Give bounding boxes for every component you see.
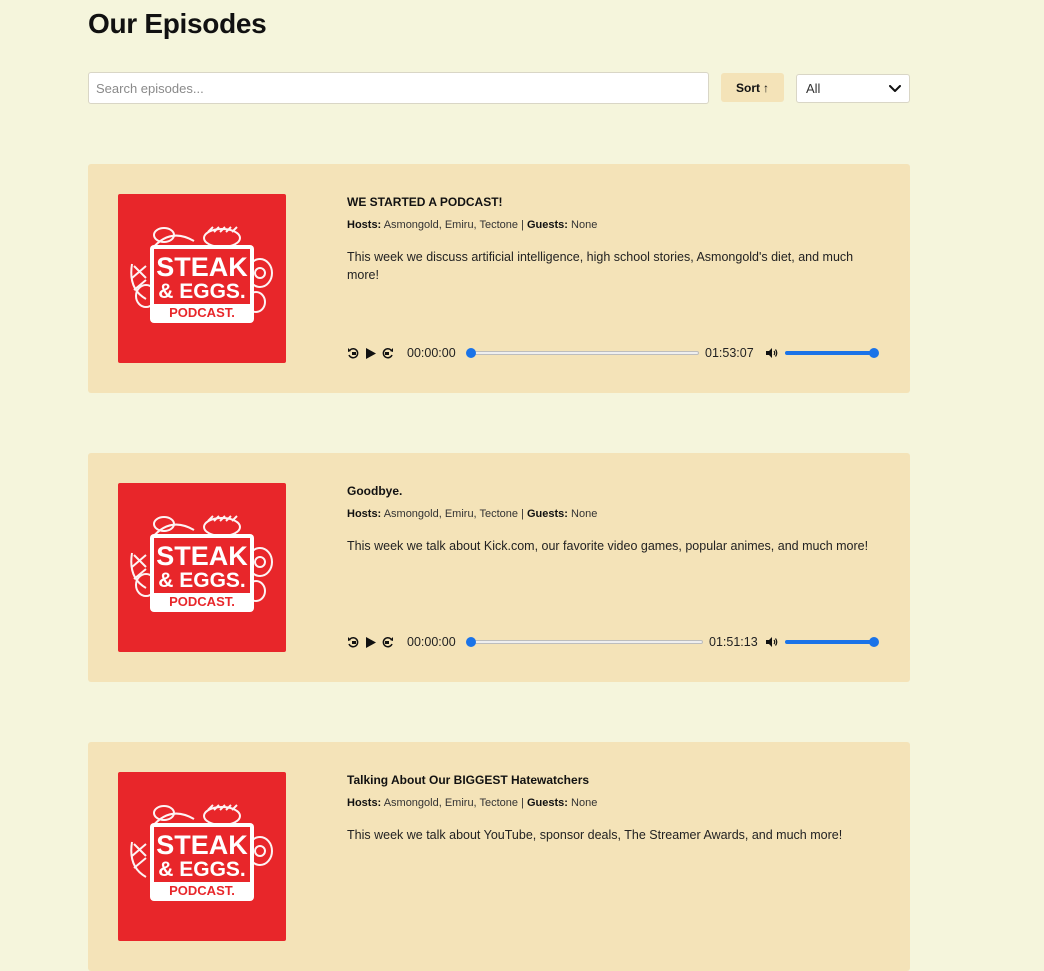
volume-slider[interactable] (785, 640, 877, 644)
episode-meta: Hosts: Asmongold, Emiru, Tectone | Guest… (347, 219, 597, 231)
hosts-value: Asmongold, Emiru, Tectone (383, 797, 518, 809)
hosts-label: Hosts: (347, 508, 382, 520)
play-icon[interactable] (365, 634, 377, 650)
filter-select-value: All (806, 81, 821, 96)
audio-player: 00:00:00 01:51:13 (347, 634, 883, 650)
episode-description: This week we talk about Kick.com, our fa… (347, 539, 869, 553)
meta-separator: | (521, 508, 524, 520)
episode-meta: Hosts: Asmongold, Emiru, Tectone | Guest… (347, 797, 597, 809)
episode-description: This week we discuss artificial intellig… (347, 250, 854, 282)
cover-text-line3: PODCAST. (169, 883, 235, 898)
episode-cover: STEAK & EGGS. PODCAST. (118, 483, 286, 652)
episode-cover: STEAK & EGGS. PODCAST. (118, 772, 286, 941)
cover-text-line3: PODCAST. (169, 594, 235, 609)
seek-bar[interactable] (467, 351, 699, 355)
episode-title: Talking About Our BIGGEST Hatewatchers (347, 773, 590, 787)
search-input[interactable] (88, 72, 709, 104)
episode-description: This week we talk about YouTube, sponsor… (347, 828, 843, 842)
episode-meta: Hosts: Asmongold, Emiru, Tectone | Guest… (347, 508, 597, 520)
cover-text-line1: STEAK (156, 830, 248, 860)
volume-icon[interactable] (765, 345, 778, 361)
episode-card: STEAK & EGGS. PODCAST. WE STARTED A PODC… (88, 164, 910, 393)
chevron-down-icon (889, 81, 901, 96)
hosts-value: Asmongold, Emiru, Tectone (383, 508, 518, 520)
guests-label: Guests: (526, 797, 568, 809)
volume-slider[interactable] (785, 351, 877, 355)
current-time: 00:00:00 (407, 635, 456, 649)
page-title: Our Episodes (88, 8, 267, 39)
cover-text-line3: PODCAST. (169, 305, 235, 320)
hosts-label: Hosts: (347, 219, 382, 231)
seek-handle[interactable] (466, 348, 476, 358)
hosts-label: Hosts: (347, 797, 382, 809)
duration: 01:51:13 (709, 635, 758, 649)
cover-text-line2: & EGGS. (158, 280, 246, 303)
guests-value: None (571, 219, 598, 231)
episode-cover: STEAK & EGGS. PODCAST. (118, 194, 286, 363)
hosts-value: Asmongold, Emiru, Tectone (383, 219, 518, 231)
arrow-up-icon: ↑ (763, 80, 769, 95)
episode-title: Goodbye. (347, 484, 403, 498)
cover-text-line1: STEAK (156, 541, 248, 571)
filter-select[interactable]: All (796, 74, 910, 103)
forward-icon[interactable] (382, 634, 394, 650)
guests-label: Guests: (526, 219, 568, 231)
meta-separator: | (521, 219, 524, 231)
episode-title: WE STARTED A PODCAST! (347, 195, 503, 209)
seek-handle[interactable] (466, 637, 476, 647)
volume-icon[interactable] (765, 634, 778, 650)
rewind-icon[interactable] (347, 634, 359, 650)
sort-button-label: Sort (736, 80, 760, 95)
episode-card: STEAK & EGGS. PODCAST. Talking About Our… (88, 742, 910, 971)
volume-handle[interactable] (869, 348, 879, 358)
current-time: 00:00:00 (407, 346, 456, 360)
meta-separator: | (521, 797, 524, 809)
play-icon[interactable] (365, 345, 377, 361)
episode-card: STEAK & EGGS. PODCAST. Goodbye. Hosts: A… (88, 453, 910, 682)
cover-text-line1: STEAK (156, 252, 248, 282)
forward-icon[interactable] (382, 345, 394, 361)
sort-button[interactable]: Sort ↑ (721, 73, 784, 102)
guests-value: None (571, 797, 598, 809)
guests-label: Guests: (526, 508, 568, 520)
audio-player: 00:00:00 01:53:07 (347, 345, 883, 361)
duration: 01:53:07 (705, 346, 754, 360)
cover-text-line2: & EGGS. (158, 569, 246, 592)
volume-handle[interactable] (869, 637, 879, 647)
cover-text-line2: & EGGS. (158, 858, 246, 881)
seek-bar[interactable] (467, 640, 703, 644)
guests-value: None (571, 508, 598, 520)
rewind-icon[interactable] (347, 345, 359, 361)
